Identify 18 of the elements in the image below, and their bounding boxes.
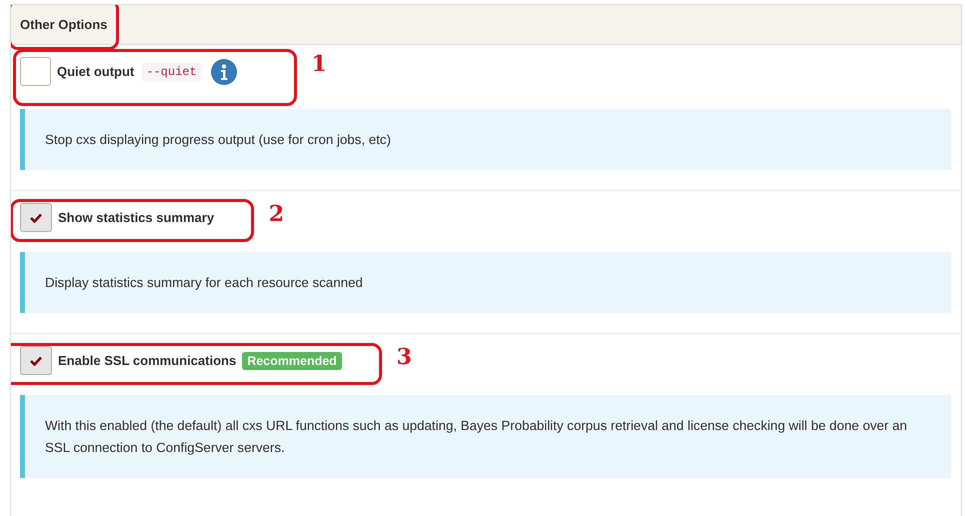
- info-icon[interactable]: [210, 58, 237, 84]
- option-description: With this enabled (the default) all cxs URL functions such as updating, Bayes Probability corpus retrieval and license checking will be done over an SSL connection to ConfigServer servers.: [20, 395, 951, 478]
- option-label: Show statistics summary: [58, 210, 214, 225]
- checkmark-icon: [30, 356, 42, 366]
- checkbox[interactable]: [20, 57, 51, 86]
- checkmark-icon: [30, 212, 42, 222]
- checkbox[interactable]: [20, 203, 52, 232]
- option-description: Display statistics summary for each resource scanned: [20, 252, 951, 313]
- option-label: Quiet output: [57, 64, 134, 79]
- annotation-number: 2: [268, 201, 284, 227]
- annotation-number: 3: [396, 344, 412, 370]
- checkbox[interactable]: [20, 346, 52, 375]
- option-description: Stop cxs displaying progress output (use for cron jobs, etc): [20, 109, 951, 170]
- section-title: Other Options: [20, 17, 108, 32]
- recommended-badge: Recommended: [242, 352, 342, 370]
- option-label: Enable SSL communications: [58, 353, 236, 368]
- flag-code: --quiet: [142, 62, 201, 80]
- annotation-number: 1: [311, 51, 327, 77]
